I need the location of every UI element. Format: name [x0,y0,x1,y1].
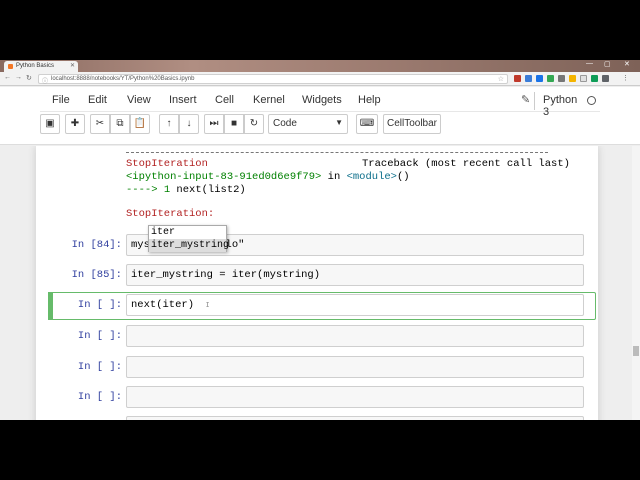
letterbox-top [0,0,640,60]
insert-cell-below-icon[interactable]: ✚ [65,114,85,134]
address-text: localhost:8888/notebooks/YT/Python%20Bas… [51,76,195,82]
cell-input-active[interactable]: next(iter) [126,294,584,316]
menu-file[interactable]: File [52,94,70,106]
move-up-icon[interactable]: ↑ [159,114,179,134]
bookmark-star-icon[interactable]: ☆ [498,75,504,83]
traceback-parens: () [396,171,410,183]
page-scrollbar[interactable] [632,146,640,420]
extension-icon[interactable] [536,75,543,82]
text-cursor-icon: ɪ [206,299,210,309]
menu-widgets[interactable]: Widgets [302,94,342,106]
traceback-line-code: next(list2) [176,184,246,196]
restart-kernel-icon[interactable]: ↻ [244,114,264,134]
traceback-input-id: <ipython-input-83-91ed0d6e9f79> [126,171,322,183]
jupyter-favicon-icon [8,64,13,69]
extension-icon[interactable] [514,75,521,82]
traceback-final-error: StopIteration: [126,208,215,220]
traceback-line-number: 1 [157,184,177,196]
menu-cell[interactable]: Cell [215,94,234,106]
traceback-in-word: in [321,171,347,183]
autocomplete-option[interactable]: iter [149,226,226,239]
menu-insert[interactable]: Insert [169,94,197,106]
extension-icon[interactable] [602,75,609,82]
chevron-down-icon: ▼ [335,118,343,127]
kernel-idle-indicator-icon [587,96,596,105]
tab-close-icon[interactable]: ✕ [70,62,75,69]
run-cell-icon[interactable]: ⏭ [204,114,224,134]
cut-cells-icon[interactable]: ✂ [90,114,110,134]
address-bar-row: ← → ↻ ⓘ localhost:8888/notebooks/YT/Pyth… [0,72,640,86]
code-cell-selected[interactable]: In [ ]: next(iter) ɪ [40,292,596,320]
window-maximize-button[interactable]: ▢ [604,60,611,68]
autocomplete-dropdown: iter iter_mystring [148,225,229,252]
autocomplete-option-selected[interactable]: iter_mystring [149,239,229,252]
kernel-name: Python 3 [534,92,586,118]
save-icon[interactable]: ▣ [40,114,60,134]
forward-arrow-icon[interactable]: → [15,74,22,81]
extension-icon[interactable] [525,75,532,82]
reload-icon[interactable]: ↻ [26,74,32,82]
browser-menu-icon[interactable]: ⋮ [622,74,629,82]
extension-icon[interactable] [558,75,565,82]
cell-input[interactable] [126,386,584,408]
traceback-module: <module> [346,171,397,183]
paste-cells-icon[interactable]: 📋 [130,114,150,134]
menu-bar: File Edit View Insert Cell Kernel Widget… [40,92,600,118]
extension-icon[interactable] [580,75,587,82]
cell-prompt: In [ ]: [77,299,122,311]
notebook-toolbar: ▣ ✚ ✂ ⧉ 📋 ↑ ↓ ⏭ ■ ↻ Code ▼ ⌨ CellToolbar [40,114,600,140]
browser-tab[interactable]: Python Basics ✕ [4,61,78,72]
move-down-icon[interactable]: ↓ [179,114,199,134]
cell-input[interactable]: iter_mystring = iter(mystring) [126,264,584,286]
cell-prompt: In [ ]: [77,330,122,342]
menu-kernel[interactable]: Kernel [253,94,285,106]
extension-icon[interactable] [547,75,554,82]
cell-input[interactable] [126,356,584,378]
cell-input[interactable] [126,325,584,347]
extension-icon[interactable] [569,75,576,82]
code-cell[interactable]: In [85]: iter_mystring = iter(mystring) [40,264,584,288]
menu-help[interactable]: Help [358,94,381,106]
tab-title: Python Basics [16,63,55,69]
cell-prompt: In [ ]: [77,391,122,403]
jupyter-header: File Edit View Insert Cell Kernel Widget… [0,87,640,145]
celltoolbar-button[interactable]: CellToolbar [383,114,441,134]
traceback-header: Traceback (most recent call last) [362,158,570,170]
menu-view[interactable]: View [127,94,151,106]
window-minimize-button[interactable]: — [586,60,593,67]
notebook-area: StopIteration Traceback (most recent cal… [0,146,640,420]
address-input[interactable]: ⓘ localhost:8888/notebooks/YT/Python%20B… [38,74,508,85]
menu-edit[interactable]: Edit [88,94,107,106]
extension-icon[interactable] [591,75,598,82]
traceback-arrow: ----> [126,184,158,196]
cell-type-select[interactable]: Code ▼ [268,114,348,134]
cell-prompt: In [85]: [71,269,122,281]
code-cell[interactable]: In [ ]: [40,356,584,380]
code-cell[interactable]: In [84]: mystring = "Hello" [40,234,584,258]
interrupt-kernel-icon[interactable]: ■ [224,114,244,134]
browser-window: Python Basics ✕ — ▢ ✕ ← → ↻ ⓘ localhost:… [0,60,640,420]
page-info-icon[interactable]: ⓘ [42,76,48,85]
scrollbar-thumb[interactable] [633,346,639,356]
traceback-error-name: StopIteration [126,158,208,170]
traceback-line: ----> 1 next(list2) [126,184,246,196]
code-cell[interactable]: In [ ]: [40,325,584,349]
back-arrow-icon[interactable]: ← [4,74,11,81]
traceback-separator [126,152,548,153]
command-palette-keyboard-icon[interactable]: ⌨ [356,114,378,134]
browser-titlebar: Python Basics ✕ — ▢ ✕ [0,60,640,72]
code-cell[interactable]: In [ ]: [40,386,584,410]
cell-type-value: Code [273,118,297,129]
cell-prompt: In [84]: [71,239,122,251]
window-close-button[interactable]: ✕ [624,60,630,68]
copy-cells-icon[interactable]: ⧉ [110,114,130,134]
traceback-location: <ipython-input-83-91ed0d6e9f79> in <modu… [126,171,410,183]
edit-mode-pencil-icon: ✎ [521,94,531,106]
cell-prompt: In [ ]: [77,361,122,373]
letterbox-bottom [0,420,640,480]
